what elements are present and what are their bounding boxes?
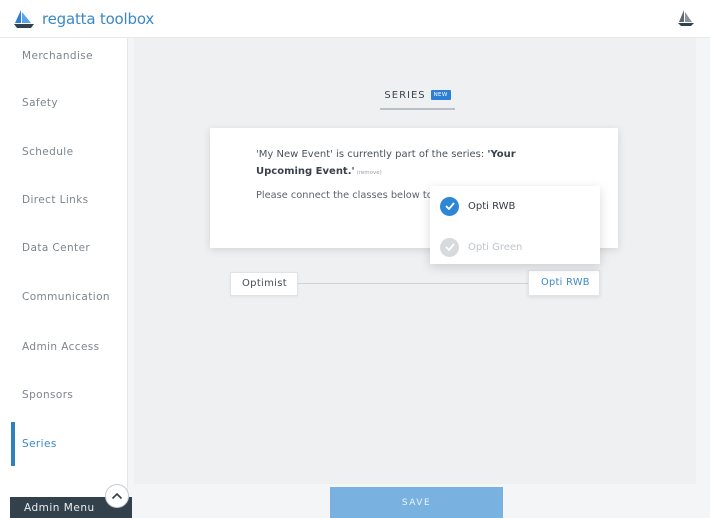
option-opti-green: Opti Green xyxy=(440,236,522,258)
sidebar: Merchandise Safety Schedule Direct Links… xyxy=(0,38,128,518)
sidebar-item-merchandise[interactable]: Merchandise xyxy=(0,32,128,80)
new-badge: NEW xyxy=(430,90,451,100)
sidebar-item-series[interactable]: Series xyxy=(0,420,128,468)
sidebar-item-sponsors[interactable]: Sponsors xyxy=(0,371,128,419)
sidebar-item-admin-access[interactable]: Admin Access xyxy=(0,323,128,371)
series-membership-text: 'My New Event' is currently part of the … xyxy=(256,146,536,182)
tab-series-label: SERIES xyxy=(384,89,426,101)
sidebar-item-safety[interactable]: Safety xyxy=(0,79,128,127)
app-logo[interactable]: regatta toolbox xyxy=(12,8,154,30)
sidebar-item-data-center[interactable]: Data Center xyxy=(0,224,128,272)
logo-text: regatta toolbox xyxy=(42,10,155,28)
option-opti-rwb[interactable]: Opti RWB xyxy=(440,195,515,217)
tab-series[interactable]: SERIES NEW xyxy=(380,82,455,110)
option-label: Opti Green xyxy=(468,241,523,253)
connect-classes-instructions: Please connect the classes below to the … xyxy=(256,190,431,201)
option-label: Opti RWB xyxy=(468,200,516,212)
sidebar-item-communication[interactable]: Communication xyxy=(0,273,128,321)
sailboat-logo-icon xyxy=(14,10,34,28)
sidebar-item-direct-links[interactable]: Direct Links xyxy=(0,176,128,224)
sailboat-icon[interactable] xyxy=(674,7,698,31)
target-class-select[interactable]: Opti RWB xyxy=(528,270,600,296)
chevron-up-icon xyxy=(111,492,123,500)
admin-menu-toggle[interactable] xyxy=(105,484,129,508)
check-icon xyxy=(440,237,459,257)
check-icon xyxy=(440,196,459,216)
source-class-pill: Optimist xyxy=(230,272,298,296)
class-connector-line xyxy=(290,283,530,284)
series-prefix: 'My New Event' is currently part of the … xyxy=(256,149,488,160)
save-button[interactable]: SAVE xyxy=(330,487,503,518)
sidebar-item-schedule[interactable]: Schedule xyxy=(0,128,128,176)
remove-series-link[interactable]: (remove) xyxy=(357,170,382,176)
